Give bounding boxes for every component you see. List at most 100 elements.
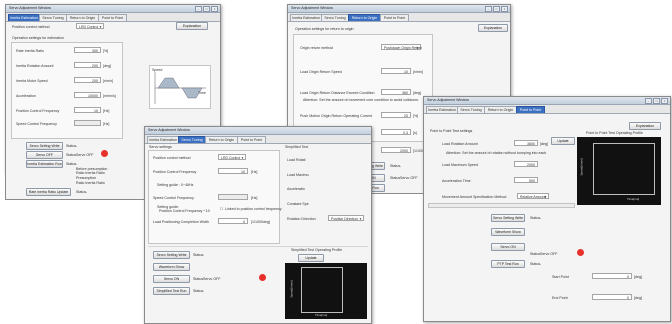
explanation-button[interactable]: Explanation [478,24,508,32]
ptp-test-run-button[interactable]: PTP Test Run [491,260,525,268]
minimize-icon[interactable]: – [645,98,652,104]
close-icon[interactable]: × [211,6,218,12]
status-label: Status [66,144,77,148]
origin-return-speed-field[interactable]: 10 [381,68,411,74]
inertia-rotation-amount-field[interactable]: 200 [74,62,101,68]
push-origin-value-field[interactable]: 2000 [381,147,411,153]
right-label: Acceleratio [287,187,305,191]
simplified-test-run-button[interactable]: Simplified Test Run [153,287,190,295]
horizontal-scrollbar[interactable] [428,203,575,208]
status-label: Status [193,253,204,257]
tab-inertia-estimation[interactable]: Inertia Estimation [426,106,458,113]
movement-method-select[interactable]: Relative Amount [517,193,549,200]
unit: [%] [413,114,419,118]
servo-setting-write-button[interactable]: Servo Setting Write [153,251,190,259]
unit: [deg] [634,275,642,279]
title-bar: Servo Adjustment Window – □ × [288,5,510,13]
tab-point-to-point[interactable]: Point to Point [516,106,545,113]
close-icon[interactable]: × [501,6,508,12]
unit: [%] [103,49,109,53]
tab-inertia-estimation[interactable]: Inertia Estimation [147,136,179,143]
distance-exceed-field[interactable]: 360 [381,89,411,95]
row-label: Speed Control Frequency [16,122,57,126]
servo-on-button[interactable]: Servo ON [491,243,525,251]
servo-status-indicator [577,249,584,256]
update-button[interactable]: Update [551,137,575,145]
rotation-direction-select[interactable]: Positive Direction [328,215,364,222]
inertia-estimation-run-button[interactable]: Inertia Estimation Run [26,160,63,168]
status-label: Status [76,190,87,194]
acceleration-field[interactable]: 10000 [74,92,101,98]
tab-inertia-estimation[interactable]: Inertia Estimation [8,14,40,21]
speed-control-frequency-field[interactable] [74,120,101,126]
status-value: - [400,164,402,168]
speed-control-frequency-field[interactable] [218,194,248,200]
tab-servo-tuning[interactable]: Servo Tuning [321,14,349,21]
rotation-direction-label: Rotation Direction [287,217,316,221]
unit: [r/min] [103,79,113,83]
origin-method-label: Origin return method [300,46,333,50]
maximize-icon[interactable]: □ [493,6,500,12]
tab-point-to-point[interactable]: Point to Point [98,14,127,21]
tab-servo-tuning[interactable]: Servo Tuning [39,14,67,21]
tab-point-to-point[interactable]: Point to Point [237,136,266,143]
servo-setting-write-button[interactable]: Servo Setting Write [491,214,525,222]
plot-ylabel: Speed[r/min] [289,280,294,298]
rate-inertia-ratio-update-button[interactable]: Rate Inertia Ratio Update [26,188,71,196]
tab-return-to-origin[interactable]: Return to Origin [66,14,99,21]
push-end-time-field[interactable]: 0.3 [381,129,411,135]
tab-servo-tuning[interactable]: Servo Tuning [178,136,206,143]
servo-on-button[interactable]: Servo ON [153,275,190,283]
rate-inertia-ratio-field[interactable]: 300 [74,47,101,53]
tab-bar: Inertia Estimation Servo Tuning Return t… [145,135,371,144]
servo-setting-write-button[interactable]: Servo Setting Write [26,142,63,150]
explanation-button[interactable]: Explanation [629,122,661,130]
setting-guide-formula: Position Control Frequency * 10 [159,209,210,213]
acceleration-time-field[interactable]: 500 [514,177,538,183]
push-current-field[interactable]: 20 [381,112,411,118]
tab-return-to-origin[interactable]: Return to Origin [348,14,381,21]
tab-return-to-origin[interactable]: Return to Origin [484,106,517,113]
load-maximum-speed-field[interactable]: 2000 [514,161,538,167]
tab-return-to-origin[interactable]: Return to Origin [205,136,238,143]
maximize-icon[interactable]: □ [653,98,660,104]
maximize-icon[interactable]: □ [203,6,210,12]
inertia-motor-speed-field[interactable]: 200 [74,77,101,83]
explanation-button[interactable]: Explanation [176,22,208,30]
tab-bar: Inertia Estimation Servo Tuning Return t… [6,13,220,22]
tab-bar: Inertia Estimation Servo Tuning Return t… [424,105,670,114]
origin-method-select[interactable]: Pushdown Origin Return [381,44,422,51]
unit: [Hz] [103,109,110,113]
row-label: Inertia Motor Speed [16,79,48,83]
position-control-method-select[interactable]: LRD Control [218,154,246,161]
tab-inertia-estimation[interactable]: Inertia Estimation [290,14,322,21]
waveform-show-button[interactable]: Waveform Show [491,228,525,236]
window-title: Servo Adjustment Window [9,6,51,10]
status-value: - [540,262,542,266]
plot-xlabel: Time[ms] [315,313,328,317]
end-point-field[interactable]: 0 [592,294,632,300]
minimize-icon[interactable]: – [485,6,492,12]
servo-off-button[interactable]: Servo OFF [26,151,63,159]
title-bar: Servo Adjustment Window [145,127,371,135]
row-label: Load Origin Return Speed [300,70,342,74]
start-point-field[interactable]: 0 [592,273,632,279]
title-bar: Servo Adjustment Window – □ × [424,97,670,105]
position-control-frequency-field[interactable]: 10 [74,107,101,113]
tab-servo-tuning[interactable]: Servo Tuning [457,106,485,113]
ptp-profile-plot: Speed[r/min] Time[ms] [577,137,661,205]
plot-ylabel: Speed[r/min] [579,158,584,176]
close-icon[interactable]: × [661,98,668,104]
update-button[interactable]: Update [298,254,324,262]
position-control-frequency-field[interactable]: 10 [218,168,248,174]
ratio-inertia-label-2: Ratio Inertia Ratio [76,181,105,185]
tab-point-to-point[interactable]: Point to Point [380,14,409,21]
linked-frequency-label: Linked to position control frequency [225,207,282,211]
minimize-icon[interactable]: – [195,6,202,12]
waveform-show-button[interactable]: Waveform Show [153,263,190,271]
load-rotation-amount-field[interactable]: 3600 [514,140,538,146]
profile-title: Simplified Test Operating Profile [291,248,343,252]
position-control-method-select[interactable]: LRD Control [76,23,104,30]
positioning-width-field[interactable]: 0 [218,218,248,224]
linked-frequency-checkbox[interactable]: ☐ [220,207,223,211]
